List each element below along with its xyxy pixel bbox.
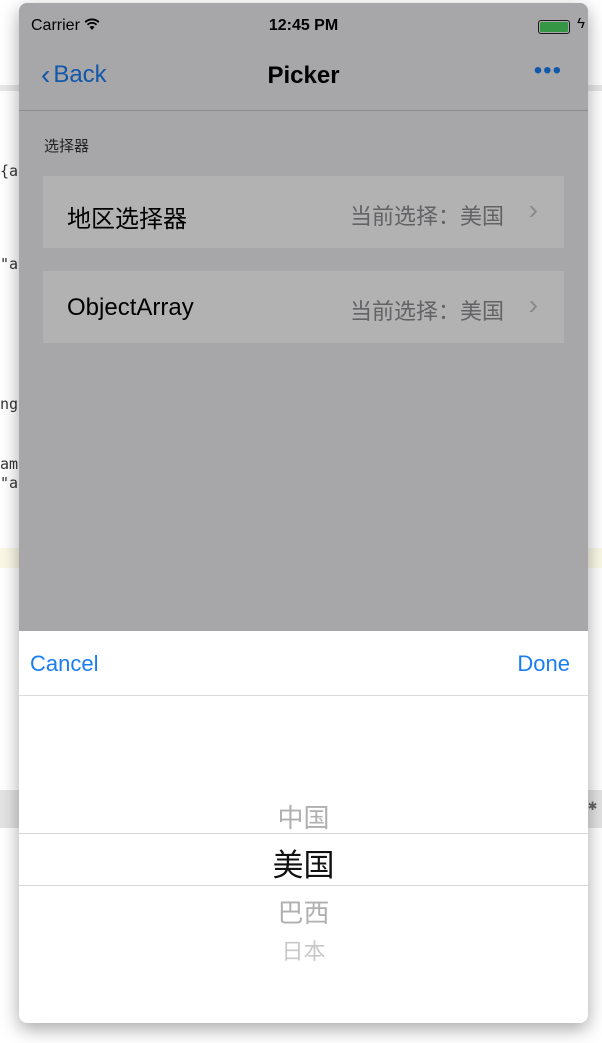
code-fragment: am <box>0 455 19 473</box>
code-fragment: ng <box>0 395 19 413</box>
gear-icon: ✱ <box>588 796 598 814</box>
picker-option[interactable]: 中国 <box>19 798 588 835</box>
code-fragment: {a <box>0 162 19 180</box>
picker-option[interactable]: 巴西 <box>19 893 588 930</box>
picker-toolbar: Cancel Done <box>19 631 588 696</box>
simulator-screen: Carrier 12:45 PM ϟ ‹ Back Picker ••• 选择器… <box>19 3 588 1023</box>
code-fragment: "a <box>0 474 19 492</box>
picker-wheel[interactable]: 中国 美国 巴西 日本 <box>19 696 588 1023</box>
picker-option[interactable]: 日本 <box>19 934 588 966</box>
cancel-button[interactable]: Cancel <box>30 651 98 677</box>
picker-sheet: Cancel Done 中国 美国 巴西 日本 <box>19 631 588 1023</box>
code-fragment: "a <box>0 255 19 273</box>
picker-option-selected[interactable]: 美国 <box>19 840 588 885</box>
selection-line-bottom <box>19 885 588 886</box>
done-button[interactable]: Done <box>517 651 570 677</box>
